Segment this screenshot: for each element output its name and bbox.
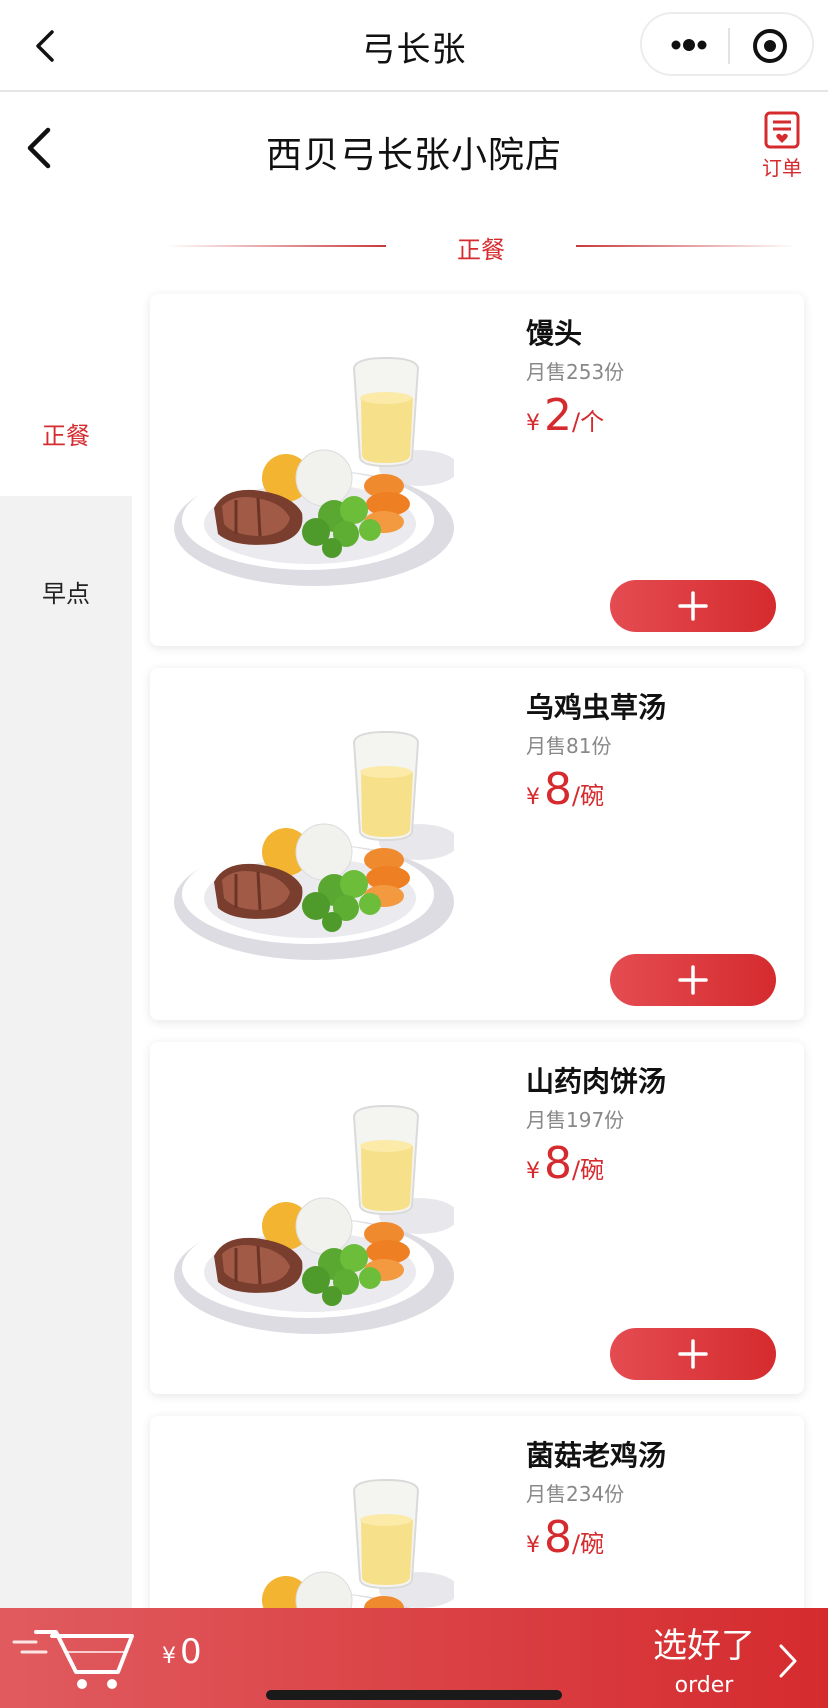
- price-unit: /碗: [572, 1156, 605, 1184]
- item-price: ¥8/碗: [526, 764, 604, 815]
- total-currency: ¥: [162, 1644, 176, 1669]
- cart-bar: ¥0 选好了 order: [0, 1608, 828, 1708]
- plus-icon: [678, 591, 708, 621]
- section-heading: 正餐: [160, 226, 796, 266]
- item-name: 山药肉饼汤: [526, 1065, 667, 1098]
- sidebar-item-main-meal[interactable]: 正餐: [0, 416, 132, 496]
- section-divider-right: [576, 245, 796, 247]
- capsule-divider: [728, 28, 730, 64]
- add-to-cart-button[interactable]: [610, 1328, 776, 1380]
- item-name: 菌菇老鸡汤: [526, 1439, 667, 1472]
- close-mini-program-button[interactable]: [750, 26, 790, 66]
- checkout-button[interactable]: 选好了 order: [644, 1618, 764, 1698]
- price-unit: /碗: [572, 1530, 605, 1558]
- price-currency: ¥: [526, 785, 540, 810]
- menu-item-card[interactable]: 乌鸡虫草汤 月售81份 ¥8/碗: [150, 668, 804, 1020]
- sidebar-background: [0, 472, 132, 1708]
- menu-item-card[interactable]: 馒头 月售253份 ¥2/个: [150, 294, 804, 646]
- price-currency: ¥: [526, 411, 540, 436]
- page: 弓长张 西贝弓长张小院店 订单 正餐 正餐 早点 馒头 月售253份 ¥2/个 …: [0, 0, 828, 1708]
- item-monthly-sales: 月售253份: [526, 360, 625, 384]
- sidebar-item-breakfast[interactable]: 早点: [0, 574, 132, 609]
- price-value: 8: [544, 1512, 572, 1563]
- price-value: 2: [544, 390, 572, 441]
- item-price: ¥8/碗: [526, 1138, 604, 1189]
- item-name: 馒头: [526, 317, 583, 350]
- add-to-cart-button[interactable]: [610, 580, 776, 632]
- top-navigation-bar: 弓长张: [0, 0, 828, 92]
- item-monthly-sales: 月售234份: [526, 1482, 625, 1506]
- checkout-label: 选好了: [653, 1626, 755, 1666]
- plus-icon: [678, 1339, 708, 1369]
- store-name: 西贝弓长张小院店: [265, 135, 562, 176]
- target-icon: [753, 29, 787, 63]
- plus-icon: [678, 965, 708, 995]
- orders-button[interactable]: 订单: [754, 110, 810, 186]
- mini-program-capsule: [640, 12, 814, 76]
- home-indicator: [266, 1690, 562, 1700]
- price-unit: /个: [572, 408, 605, 436]
- price-currency: ¥: [526, 1533, 540, 1558]
- cart-total: ¥0: [162, 1632, 202, 1672]
- food-plate-image: [174, 730, 454, 960]
- price-unit: /碗: [572, 782, 605, 810]
- price-value: 8: [544, 764, 572, 815]
- item-price: ¥8/碗: [526, 1512, 604, 1563]
- price-value: 8: [544, 1138, 572, 1189]
- section-divider-left: [166, 245, 386, 247]
- item-price: ¥2/个: [526, 390, 604, 441]
- price-currency: ¥: [526, 1159, 540, 1184]
- more-dots-icon: [671, 39, 707, 51]
- food-plate-image: [174, 356, 454, 586]
- cart-icon: [12, 1630, 134, 1689]
- cart-button[interactable]: [12, 1622, 140, 1692]
- category-sidebar: 正餐 早点: [0, 380, 132, 1708]
- order-list-icon: [764, 111, 800, 149]
- total-value: 0: [180, 1632, 202, 1672]
- item-name: 乌鸡虫草汤: [526, 691, 667, 724]
- checkout-sublabel: order: [674, 1673, 734, 1698]
- food-plate-image: [174, 1104, 454, 1334]
- item-monthly-sales: 月售197份: [526, 1108, 625, 1132]
- add-to-cart-button[interactable]: [610, 954, 776, 1006]
- more-button[interactable]: [666, 28, 712, 62]
- section-title: 正餐: [457, 236, 505, 264]
- menu-item-card[interactable]: 山药肉饼汤 月售197份 ¥8/碗: [150, 1042, 804, 1394]
- orders-label: 订单: [762, 156, 802, 180]
- item-monthly-sales: 月售81份: [526, 734, 612, 758]
- chevron-right-icon[interactable]: [776, 1642, 800, 1680]
